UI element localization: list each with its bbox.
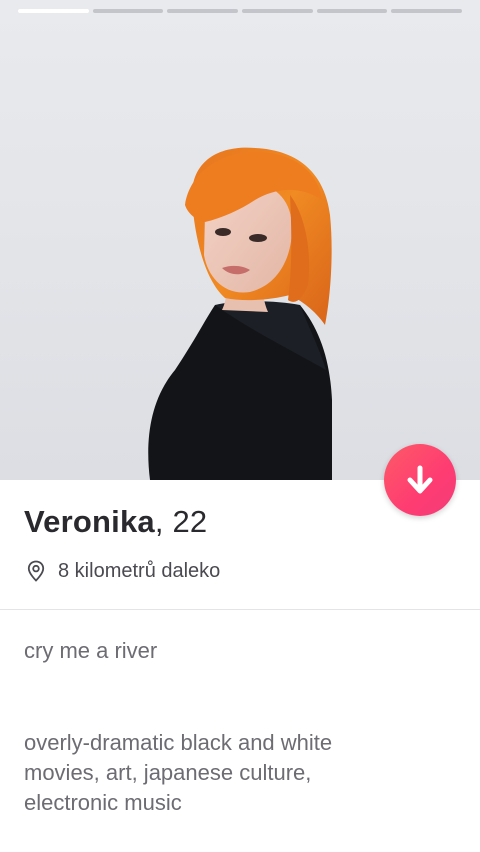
profile-photo[interactable]: [0, 0, 480, 480]
photo-progress-bar: [18, 9, 463, 13]
photo-progress-segment: [92, 9, 164, 13]
profile-bio: cry me a river: [24, 636, 454, 666]
photo-progress-segment: [316, 9, 388, 13]
profile-age: , 22: [154, 504, 208, 539]
profile-interests: overly-dramatic black and white movies, …: [24, 728, 444, 818]
photo-progress-segment: [242, 9, 313, 13]
portrait-illustration: [148, 147, 332, 480]
interests-line: electronic music: [24, 790, 182, 815]
photo-progress-segment: [18, 9, 89, 13]
collapse-profile-button[interactable]: [384, 444, 456, 516]
profile-name-age: Veronika, 22: [24, 504, 207, 540]
section-divider: [0, 609, 480, 610]
interests-line: movies, art, japanese culture,: [24, 760, 312, 785]
profile-name: Veronika: [24, 504, 155, 539]
location-pin-icon: [27, 560, 45, 582]
interests-line: overly-dramatic black and white: [24, 730, 333, 755]
bio-line: cry me a river: [24, 638, 158, 663]
photo-progress-segment: [167, 9, 239, 13]
arrow-down-icon: [407, 465, 433, 494]
photo-progress-segment: [391, 9, 463, 13]
profile-distance: 8 kilometrů daleko: [24, 559, 220, 583]
distance-text: 8 kilometrů daleko: [58, 559, 221, 582]
